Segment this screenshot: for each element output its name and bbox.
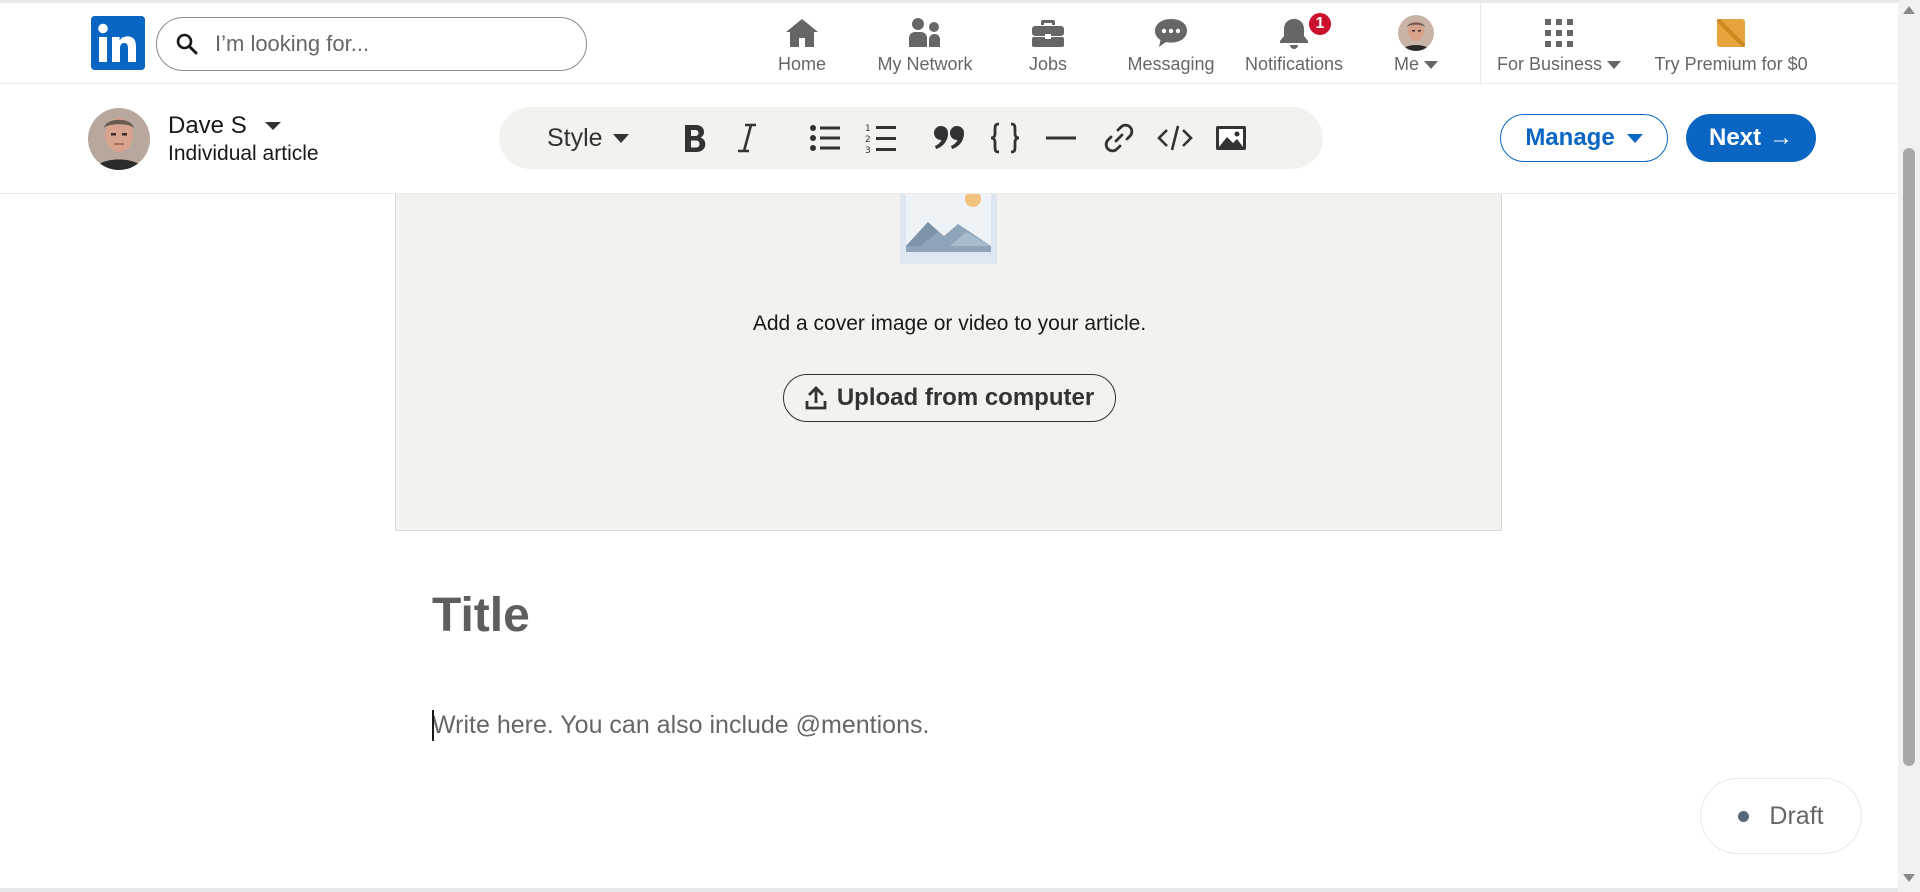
quote-icon xyxy=(934,126,964,149)
style-label: Style xyxy=(547,123,603,152)
article-type-label: Individual article xyxy=(168,142,319,165)
chevron-down-icon xyxy=(264,122,281,130)
next-button[interactable]: Next → xyxy=(1686,114,1816,162)
bottom-border xyxy=(0,888,1898,892)
nav-label: For Business xyxy=(1497,54,1622,75)
global-nav: Home My Network Jobs xyxy=(0,0,1898,87)
chevron-down-icon xyxy=(1424,60,1438,69)
nav-label: Messaging xyxy=(1127,54,1215,74)
network-icon xyxy=(909,18,940,47)
linkedin-logo-icon[interactable] xyxy=(91,16,145,70)
nav-label: My Network xyxy=(877,54,973,74)
nav-label: Home xyxy=(777,54,826,74)
next-label: Next xyxy=(1708,124,1762,151)
nav-label: Jobs xyxy=(1028,54,1068,74)
author-avatar xyxy=(88,108,150,170)
status-dot-icon xyxy=(1738,810,1750,822)
draft-label: Draft xyxy=(1769,801,1824,830)
link-button[interactable] xyxy=(1099,107,1139,169)
scroll-down-arrow-icon[interactable] xyxy=(1903,874,1915,882)
manage-button[interactable]: Manage xyxy=(1500,114,1668,162)
code-block-button[interactable] xyxy=(985,107,1025,169)
article-title-input[interactable] xyxy=(432,588,1432,643)
article-body-input[interactable] xyxy=(432,711,1432,740)
image-button[interactable] xyxy=(1211,107,1251,169)
nav-for-business[interactable]: For Business xyxy=(1496,13,1622,79)
upload-label: Upload from computer xyxy=(836,384,1095,411)
divider-button[interactable] xyxy=(1041,107,1081,169)
upload-from-computer-button[interactable]: Upload from computer xyxy=(783,374,1116,422)
cover-instructions: Add a cover image or video to your artic… xyxy=(752,312,1147,335)
nav-me[interactable]: Me xyxy=(1388,13,1444,79)
chevron-down-icon xyxy=(612,133,629,143)
arrow-right-icon: → xyxy=(1769,124,1794,151)
scroll-up-arrow-icon[interactable] xyxy=(1903,6,1915,14)
bold-button[interactable] xyxy=(675,107,715,169)
author-selector[interactable]: Dave S xyxy=(168,112,281,140)
premium-icon xyxy=(1717,19,1745,47)
numbered-list-button[interactable]: 1 2 3 xyxy=(861,107,901,169)
home-icon xyxy=(786,19,818,47)
messaging-icon xyxy=(1155,19,1187,47)
bell-icon xyxy=(1280,19,1308,49)
svg-text:3: 3 xyxy=(865,146,871,154)
manage-label: Manage xyxy=(1525,124,1615,151)
nav-my-network[interactable]: My Network xyxy=(872,13,978,79)
link-icon xyxy=(1104,123,1134,153)
text-cursor xyxy=(432,710,434,741)
editor-header: Dave S Individual article Style 1 2 3 Ma… xyxy=(0,84,1898,194)
italic-button[interactable] xyxy=(727,107,767,169)
nav-label: Try Premium for $0 xyxy=(1654,54,1808,74)
formatting-toolbar: Style 1 2 3 xyxy=(499,107,1323,169)
search-bar[interactable] xyxy=(156,17,587,71)
numbered-list-icon: 1 2 3 xyxy=(865,124,896,154)
italic-icon xyxy=(738,123,756,153)
search-icon xyxy=(176,33,198,55)
scroll-thumb[interactable] xyxy=(1903,148,1915,766)
page-scrollbar[interactable] xyxy=(1898,0,1920,892)
svg-text:2: 2 xyxy=(865,135,871,145)
embed-icon xyxy=(1157,125,1193,151)
divider-icon xyxy=(1046,136,1076,140)
draft-status: Draft xyxy=(1700,778,1862,854)
embed-button[interactable] xyxy=(1155,107,1195,169)
author-name: Dave S xyxy=(168,112,247,139)
chevron-down-icon xyxy=(1626,133,1643,143)
upload-icon xyxy=(805,386,827,410)
avatar xyxy=(1398,15,1434,51)
chevron-down-icon xyxy=(1607,60,1622,69)
bulleted-list-icon xyxy=(810,125,840,151)
quote-button[interactable] xyxy=(929,107,969,169)
nav-label: Me xyxy=(1394,54,1438,75)
nav-jobs[interactable]: Jobs xyxy=(1028,13,1068,79)
notification-badge: 1 xyxy=(1307,11,1333,37)
cover-upload-area[interactable]: Add a cover image or video to your artic… xyxy=(395,194,1502,531)
grid-icon xyxy=(1545,19,1573,47)
search-input[interactable] xyxy=(215,31,575,57)
nav-try-premium[interactable]: Try Premium for $0 xyxy=(1652,13,1810,79)
nav-label: Notifications xyxy=(1244,54,1344,74)
image-icon xyxy=(1216,126,1246,150)
style-dropdown[interactable]: Style xyxy=(547,107,629,169)
nav-divider xyxy=(1480,3,1481,87)
code-block-icon xyxy=(990,122,1020,154)
nav-home[interactable]: Home xyxy=(776,13,828,79)
image-placeholder-icon xyxy=(900,194,997,264)
nav-notifications[interactable]: 1 Notifications xyxy=(1242,11,1346,79)
bold-icon xyxy=(685,125,706,152)
nav-messaging[interactable]: Messaging xyxy=(1126,13,1216,79)
svg-text:1: 1 xyxy=(865,124,871,134)
briefcase-icon xyxy=(1032,20,1064,47)
bulleted-list-button[interactable] xyxy=(805,107,845,169)
